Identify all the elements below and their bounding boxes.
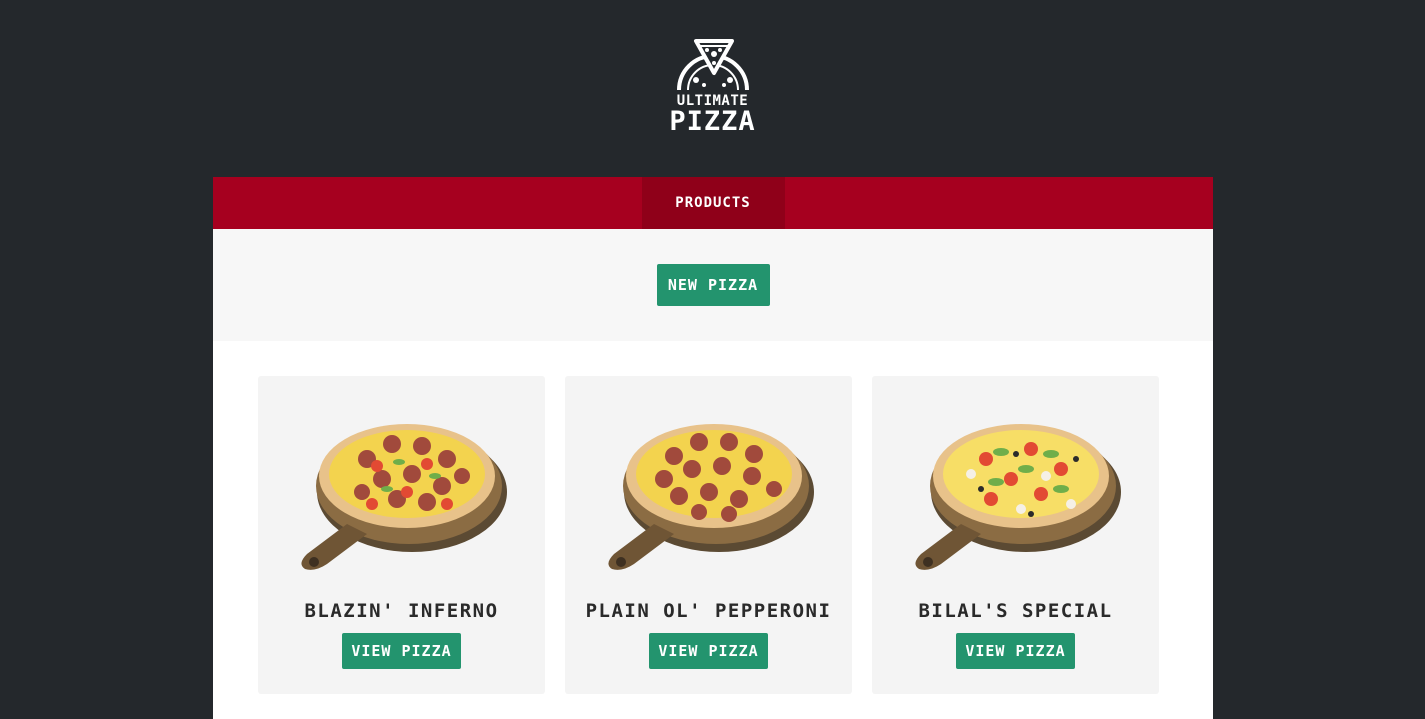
product-card: PLAIN OL' PEPPERONI VIEW PIZZA [565, 376, 852, 694]
product-name: BILAL'S SPECIAL [918, 600, 1113, 622]
product-card: BLAZIN' INFERNO VIEW PIZZA [258, 376, 545, 694]
top-nav: PRODUCTS [213, 177, 1213, 229]
view-pizza-button[interactable]: VIEW PIZZA [649, 633, 768, 669]
product-name: PLAIN OL' PEPPERONI [585, 600, 832, 622]
view-pizza-button[interactable]: VIEW PIZZA [342, 633, 461, 669]
main-panel: PRODUCTS NEW PIZZA BLAZIN' INFERNO VIEW … [213, 177, 1213, 719]
view-pizza-button[interactable]: VIEW PIZZA [956, 633, 1075, 669]
new-pizza-button[interactable]: NEW PIZZA [656, 264, 770, 306]
brand-logo[interactable]: ULTIMATE PIZZA [669, 35, 755, 136]
site-header: ULTIMATE PIZZA [0, 0, 1425, 177]
tab-products[interactable]: PRODUCTS [641, 177, 785, 229]
brand-line-2: PIZZA [669, 106, 756, 137]
pizza-inferno-image [300, 424, 507, 570]
product-card: BILAL'S SPECIAL VIEW PIZZA [872, 376, 1159, 694]
product-name: BLAZIN' INFERNO [304, 600, 499, 622]
actions-bar: NEW PIZZA [213, 229, 1213, 341]
pizza-special-image [914, 424, 1121, 570]
pizza-slice-logo-icon [674, 35, 752, 91]
pizza-pepperoni-image [607, 424, 814, 570]
product-grid: BLAZIN' INFERNO VIEW PIZZA PLAIN OL' PEP… [258, 376, 1159, 694]
